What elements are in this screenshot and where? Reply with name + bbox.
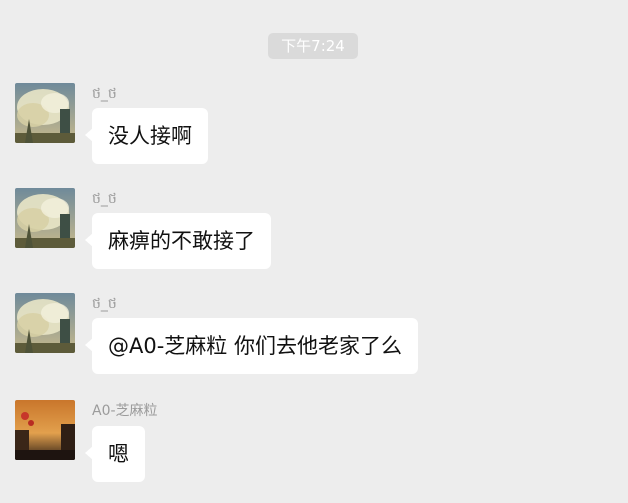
sunset-street-avatar-image xyxy=(15,400,75,460)
sender-name: ថ_ថ xyxy=(92,296,117,312)
avatar[interactable] xyxy=(15,400,75,460)
avatar[interactable] xyxy=(15,188,75,248)
message-bubble[interactable]: 麻痹的不敢接了 xyxy=(85,213,271,269)
avatar[interactable] xyxy=(15,293,75,353)
timestamp-badge: 下午7:24 xyxy=(268,33,358,59)
sender-name: ថ_ថ xyxy=(92,86,117,102)
message-bubble[interactable]: 没人接啊 xyxy=(85,108,208,164)
tree-sky-avatar-image xyxy=(15,293,75,353)
chat-view: 下午7:24 ថ_ថ 没人接啊 ថ_ថ 麻痹的不敢接了 ថ_ថ @A0-芝麻粒 … xyxy=(0,0,628,503)
tree-sky-avatar-image xyxy=(15,83,75,143)
message-bubble[interactable]: @A0-芝麻粒 你们去他老家了么 xyxy=(85,318,418,374)
sender-name: A0-芝麻粒 xyxy=(92,403,158,419)
message-bubble[interactable]: 嗯 xyxy=(85,426,145,482)
avatar[interactable] xyxy=(15,83,75,143)
tree-sky-avatar-image xyxy=(15,188,75,248)
sender-name: ថ_ថ xyxy=(92,191,117,207)
